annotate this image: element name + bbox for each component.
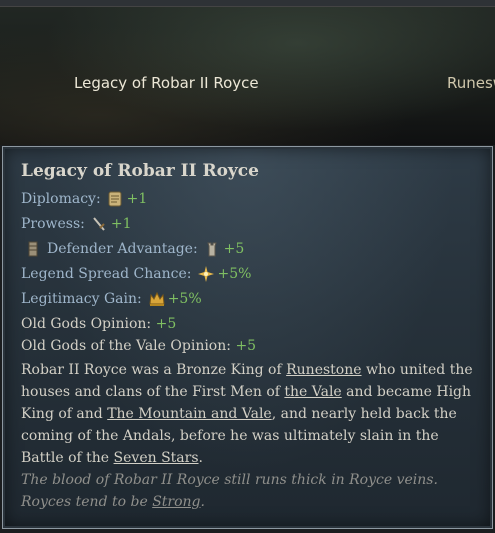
opinion-value: +5 [235,338,257,354]
modifier-prowess: Prowess: +1 [21,215,132,233]
opinion-old-gods-vale: Old Gods of the Vale Opinion: +5 [21,338,256,354]
modifier-diplomacy: Diplomacy: +1 [21,190,147,208]
link-the-vale[interactable]: the Vale [284,384,341,400]
flavor-text: . [200,494,205,510]
modifier-label: Diplomacy: [21,191,101,207]
scroll-icon [107,190,123,208]
tooltip-title: Legacy of Robar II Royce [21,161,259,181]
link-seven-stars[interactable]: Seven Stars [114,450,199,466]
modifier-label: Legitimacy Gain: [21,291,142,307]
tab-runestone[interactable]: Runesw [447,74,495,92]
opinion-old-gods: Old Gods Opinion: +5 [21,316,176,332]
link-runestone[interactable]: Runestone [286,362,361,378]
modifier-defender-advantage: Defender Advantage: +5 [21,240,244,258]
crown-icon [148,290,165,308]
window-top-edge [0,0,495,7]
star-burst-icon [197,265,215,283]
opinion-value: +5 [155,316,177,332]
modifier-value: +5% [217,266,252,282]
link-mountain-and-vale[interactable]: The Mountain and Vale [107,406,272,422]
legacy-description: Robar II Royce was a Bronze King of Rune… [21,359,476,469]
modifier-legend-spread: Legend Spread Chance: +5% [21,265,251,283]
legacy-tooltip: Legacy of Robar II Royce Diplomacy: +1 P… [2,146,493,529]
opinion-label: Old Gods Opinion: [21,316,152,332]
modifier-label: Prowess: [21,216,85,232]
tower-icon [204,240,220,258]
sword-icon [91,215,107,233]
description-text: . [198,450,203,466]
modifier-value: +1 [126,191,148,207]
modifier-value: +1 [110,216,132,232]
modifier-label: Defender Advantage: [47,241,198,257]
legacy-flavor-text: The blood of Robar II Royce still runs t… [21,469,476,513]
modifier-value: +5% [167,291,202,307]
tab-legacy-robar[interactable]: Legacy of Robar II Royce [74,74,259,92]
flavor-text: The blood of Robar II Royce still runs t… [21,472,438,510]
modifier-legitimacy: Legitimacy Gain: +5% [21,290,202,308]
modifier-value: +5 [223,241,245,257]
description-text: Robar II Royce was a Bronze King of [21,362,287,378]
header-banner: Legacy of Robar II Royce Runesw [0,0,495,145]
modifier-label: Legend Spread Chance: [21,266,192,282]
opinion-label: Old Gods of the Vale Opinion: [21,338,231,354]
shield-icon [25,240,41,258]
link-strong[interactable]: Strong [152,494,200,510]
